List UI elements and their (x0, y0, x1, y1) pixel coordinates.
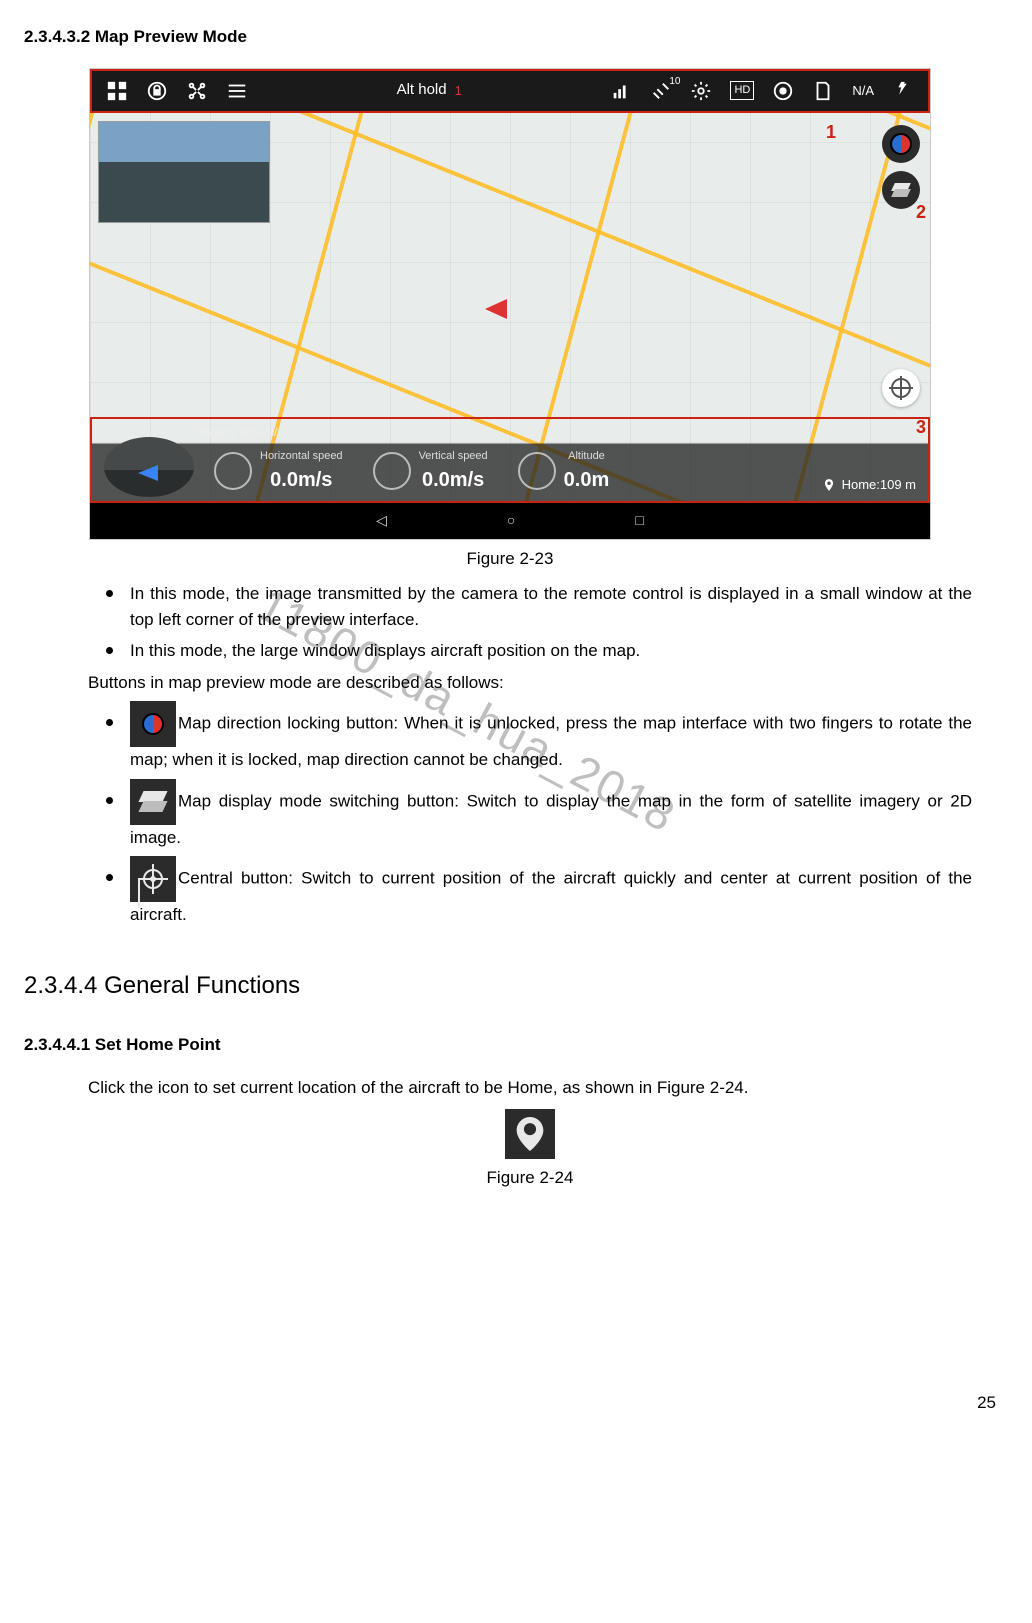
crosshair-icon (891, 378, 911, 398)
icon-bullets: Map direction locking button: When it is… (88, 701, 972, 928)
annotation-1: 1 (826, 119, 836, 146)
aircraft-marker-icon (485, 299, 507, 319)
layers-icon (891, 180, 911, 200)
center-button-desc: Central button: Switch to current positi… (88, 856, 972, 928)
screenshot-bottom-bar: Battery time N/A Horizontal speed 0.0m/s… (90, 417, 930, 503)
camera-preview-thumbnail (98, 121, 270, 223)
sd-card-icon (812, 80, 834, 102)
android-nav-bar: ◁ ○ □ (90, 503, 930, 539)
satellite-count: 10 (669, 74, 680, 89)
drone-icon (186, 80, 208, 102)
horizontal-speed: Horizontal speed 0.0m/s (204, 448, 353, 495)
intro-followup: Buttons in map preview mode are describe… (88, 670, 972, 696)
app-screenshot: Alt hold 1 10 HD N/A (89, 68, 931, 540)
v-speed-label: Vertical speed (419, 448, 488, 465)
gear-icon (690, 80, 712, 102)
menu-icon (226, 80, 248, 102)
compass-button-text: Map direction locking button: When it is… (130, 713, 972, 769)
map-layers-icon (130, 779, 176, 825)
map-lock-icon (130, 701, 176, 747)
nav-back-icon: ◁ (376, 510, 387, 531)
rc-signal-icon (610, 80, 632, 102)
record-icon (772, 80, 794, 102)
vertical-speed: Vertical speed 0.0m/s (363, 448, 498, 495)
altitude: Altitude 0.0m (508, 448, 620, 495)
battery-time-label: Battery time N/A (198, 423, 285, 441)
flight-mode-label: Alt hold (397, 79, 447, 102)
heading-set-home-point: 2.3.4.4.1 Set Home Point (24, 1032, 996, 1058)
heading-map-preview-mode: 2.3.4.3.2 Map Preview Mode (24, 24, 996, 50)
layers-button-text: Map display mode switching button: Switc… (130, 791, 972, 847)
home-distance-value: Home:109 m (842, 475, 916, 495)
figure-2-23: Alt hold 1 10 HD N/A (88, 68, 932, 540)
map-center-button (882, 369, 920, 407)
figure-2-24-icon (505, 1109, 555, 1159)
heading-general-functions: 2.3.4.4 General Functions (24, 968, 996, 1004)
satellite-icon: 10 (650, 80, 672, 102)
lock-icon (146, 80, 168, 102)
intro-bullet-1: In this mode, the image transmitted by t… (88, 581, 972, 632)
set-home-paragraph: Click the icon to set current location o… (88, 1075, 972, 1101)
hd-badge: HD (730, 81, 754, 100)
map-center-icon (130, 856, 176, 902)
v-speed-value: 0.0m/s (419, 465, 488, 495)
nav-home-icon: ○ (507, 510, 515, 531)
home-distance: Home:109 m (822, 475, 916, 495)
page-number: 25 (24, 1390, 996, 1416)
screenshot-top-bar: Alt hold 1 10 HD N/A (90, 69, 930, 113)
map-layers-button (882, 171, 920, 209)
battery-icon (892, 80, 914, 102)
compass-button-desc: Map direction locking button: When it is… (88, 701, 972, 773)
sd-status: N/A (852, 81, 874, 101)
figure-2-24-caption: Figure 2-24 (88, 1165, 972, 1191)
h-speed-label: Horizontal speed (260, 448, 343, 465)
attitude-indicator-icon (104, 437, 194, 497)
intro-bullet-2: In this mode, the large window displays … (88, 638, 972, 664)
altitude-value: 0.0m (564, 465, 610, 495)
annotation-2: 2 (916, 199, 926, 226)
home-pin-icon (515, 1117, 545, 1151)
layers-button-desc: Map display mode switching button: Switc… (88, 779, 972, 851)
nav-recent-icon: □ (635, 510, 643, 531)
h-speed-value: 0.0m/s (260, 465, 343, 495)
grid-icon (106, 80, 128, 102)
altitude-label: Altitude (564, 448, 610, 465)
center-button-text: Central button: Switch to current positi… (130, 868, 972, 924)
compass-icon (890, 133, 912, 155)
intro-bullets: In this mode, the image transmitted by t… (88, 581, 972, 664)
figure-2-23-caption: Figure 2-23 (24, 546, 996, 572)
map-lock-button (882, 125, 920, 163)
flight-mode-flag: 1 (455, 81, 462, 101)
